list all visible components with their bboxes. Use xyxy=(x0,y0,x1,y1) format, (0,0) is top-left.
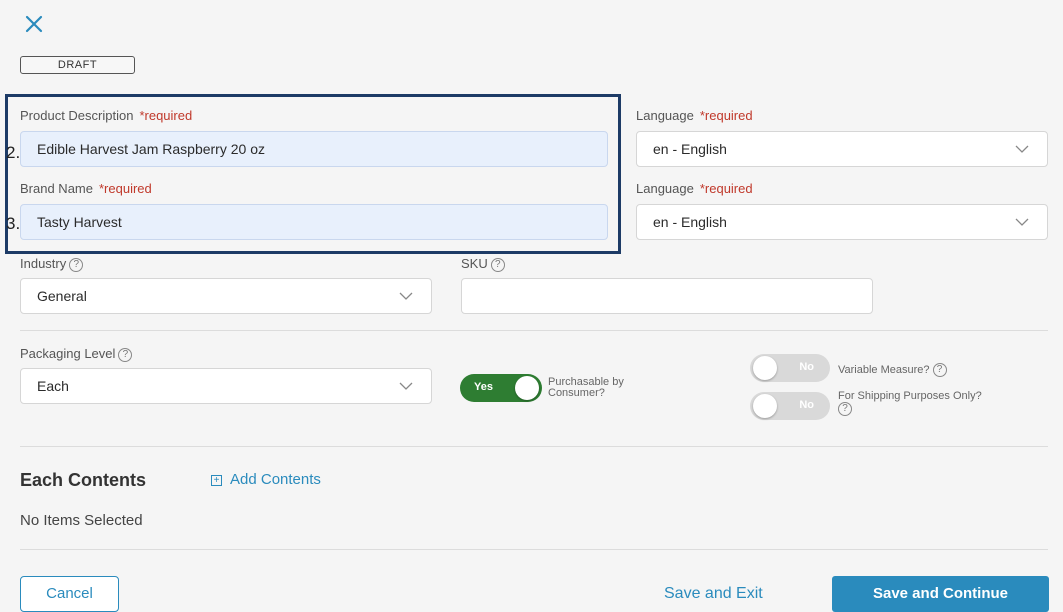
shipping-only-toggle[interactable]: No xyxy=(750,392,830,420)
industry-select[interactable]: General xyxy=(20,278,432,314)
toggle-knob xyxy=(753,394,777,418)
brand-name-input[interactable]: Tasty Harvest xyxy=(20,204,608,240)
help-icon[interactable]: ? xyxy=(838,402,852,416)
language-value: en - English xyxy=(653,214,727,230)
divider xyxy=(20,549,1048,550)
product-description-input[interactable]: Edible Harvest Jam Raspberry 20 oz xyxy=(20,131,608,167)
chevron-down-icon xyxy=(1015,218,1029,226)
purchasable-label: Purchasable by Consumer? xyxy=(548,376,624,399)
packaging-level-select[interactable]: Each xyxy=(20,368,432,404)
purchasable-toggle[interactable]: Yes xyxy=(460,374,542,402)
chevron-down-icon xyxy=(399,292,413,300)
product-description-value: Edible Harvest Jam Raspberry 20 oz xyxy=(37,141,265,157)
brand-name-label: Brand Name *required xyxy=(20,181,152,196)
sku-label: SKU? xyxy=(461,256,505,272)
required-marker: *required xyxy=(98,181,152,196)
chevron-down-icon xyxy=(1015,145,1029,153)
toggle-knob xyxy=(753,356,777,380)
product-description-label: Product Description *required xyxy=(20,108,193,123)
sku-input[interactable] xyxy=(461,278,873,314)
language-select-brand[interactable]: en - English xyxy=(636,204,1048,240)
divider xyxy=(20,330,1048,331)
required-marker: *required xyxy=(139,108,193,123)
brand-name-value: Tasty Harvest xyxy=(37,214,122,230)
save-and-continue-button[interactable]: Save and Continue xyxy=(832,576,1049,612)
industry-value: General xyxy=(37,288,87,304)
help-icon[interactable]: ? xyxy=(118,347,133,362)
packaging-level-label: Packaging Level? xyxy=(20,346,133,362)
help-icon[interactable]: ? xyxy=(69,257,84,272)
toggle-state: Yes xyxy=(474,381,493,393)
packaging-level-value: Each xyxy=(37,378,69,394)
step-number: 2. xyxy=(6,143,21,162)
variable-measure-label: Variable Measure?? xyxy=(838,363,947,377)
divider xyxy=(20,446,1048,447)
contents-title: Each Contents xyxy=(20,470,147,490)
language-label-2: Language *required xyxy=(636,181,753,196)
save-and-exit-button[interactable]: Save and Exit xyxy=(664,585,763,603)
language-label-1: Language *required xyxy=(636,108,753,123)
industry-label: Industry? xyxy=(20,256,84,272)
help-icon[interactable]: ? xyxy=(932,363,947,377)
plus-box-icon: + xyxy=(211,474,222,486)
cancel-button[interactable]: Cancel xyxy=(20,576,119,612)
toggle-knob xyxy=(515,376,539,400)
toggle-state: No xyxy=(799,361,814,373)
step-number: 3. xyxy=(6,214,21,233)
empty-contents-text: No Items Selected xyxy=(20,512,143,529)
close-icon[interactable] xyxy=(22,12,46,36)
variable-measure-toggle[interactable]: No xyxy=(750,354,830,382)
toggle-state: No xyxy=(799,399,814,411)
chevron-down-icon xyxy=(399,382,413,390)
status-badge: DRAFT xyxy=(20,56,135,74)
language-select-description[interactable]: en - English xyxy=(636,131,1048,167)
help-icon[interactable]: ? xyxy=(490,257,505,272)
shipping-only-label: For Shipping Purposes Only?? xyxy=(838,390,982,416)
required-marker: *required xyxy=(699,181,753,196)
add-contents-link[interactable]: + Add Contents xyxy=(211,471,321,488)
language-value: en - English xyxy=(653,141,727,157)
required-marker: *required xyxy=(699,108,753,123)
